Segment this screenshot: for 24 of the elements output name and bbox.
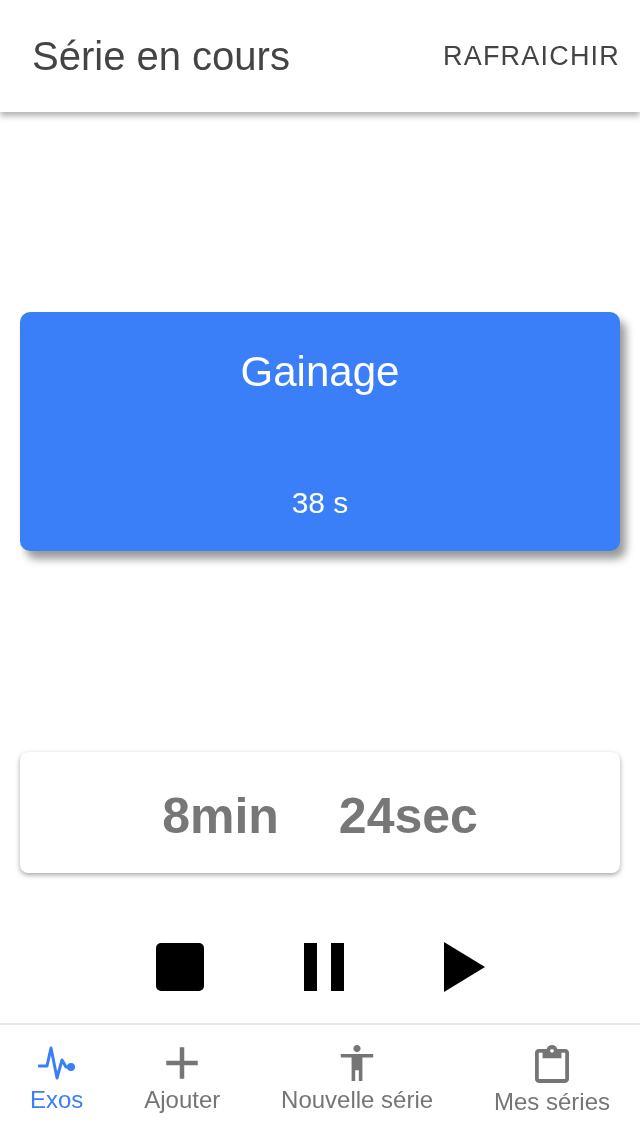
nav-label: Ajouter: [144, 1085, 221, 1115]
person-icon: [339, 1045, 376, 1081]
pause-button[interactable]: [303, 943, 344, 991]
plus-icon: [164, 1045, 201, 1081]
nav-tab[interactable]: Ajouter: [138, 1045, 227, 1115]
exercise-name: Gainage: [240, 348, 400, 396]
pulse-icon: [37, 1045, 76, 1081]
exercise-duration: 38 s: [291, 485, 349, 521]
play-icon: [443, 942, 485, 992]
refresh-button[interactable]: RAFRAICHIR: [443, 39, 620, 73]
stop-button[interactable]: [155, 943, 204, 991]
nav-label: Mes séries: [493, 1087, 610, 1117]
clipboard-icon: [535, 1045, 569, 1083]
timer-minutes: 8min: [162, 786, 279, 845]
nav-label: Exos: [30, 1085, 84, 1115]
nav-tab[interactable]: Exos: [24, 1045, 90, 1115]
timer-seconds: 24sec: [338, 786, 478, 845]
play-button[interactable]: [443, 942, 485, 992]
nav-tab[interactable]: Mes séries: [487, 1045, 616, 1117]
nav-tab[interactable]: Nouvelle série: [275, 1045, 440, 1115]
pause-icon: [303, 943, 344, 991]
stop-icon: [155, 943, 204, 991]
nav-label: Nouvelle série: [281, 1085, 434, 1115]
page-title: Série en cours: [32, 33, 290, 80]
